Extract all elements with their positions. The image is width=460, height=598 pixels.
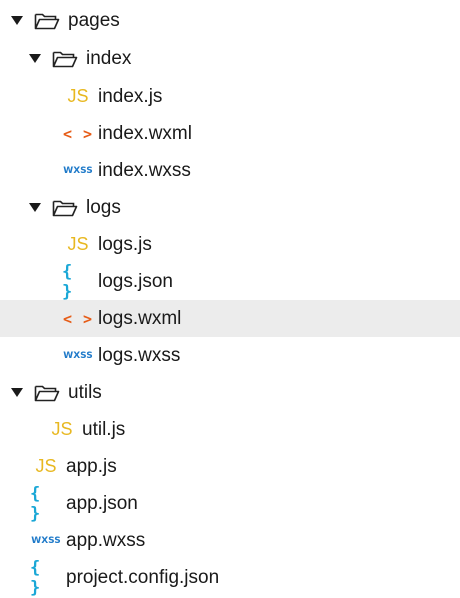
- tree-item-label: app.wxss: [66, 529, 146, 551]
- tree-folder-logs[interactable]: logs: [0, 189, 460, 226]
- js-file-icon: JS: [67, 234, 89, 254]
- wxss-file-icon: WXSS: [63, 165, 93, 176]
- tree-file-logs-js[interactable]: JS logs.js: [0, 226, 460, 263]
- caret-down-icon[interactable]: [10, 386, 24, 400]
- caret-down-icon[interactable]: [10, 14, 24, 28]
- tree-item-label: logs.wxss: [98, 344, 181, 366]
- wxml-file-icon: < >: [62, 309, 94, 328]
- json-file-icon: { }: [62, 261, 74, 302]
- wxss-file-icon: WXSS: [31, 535, 61, 546]
- file-tree: pages index JS index.js < > index.wxml W…: [0, 0, 460, 598]
- wxss-file-icon: WXSS: [63, 350, 93, 361]
- tree-item-label: logs: [86, 196, 121, 218]
- caret-down-icon[interactable]: [28, 201, 42, 215]
- tree-file-app-wxss[interactable]: WXSS app.wxss: [0, 522, 460, 559]
- wxml-file-icon: < >: [62, 124, 94, 143]
- tree-file-project-config-json[interactable]: { } project.config.json: [0, 557, 460, 598]
- tree-item-label: pages: [68, 9, 120, 31]
- tree-file-app-js[interactable]: JS app.js: [0, 448, 460, 485]
- tree-folder-utils[interactable]: utils: [0, 374, 460, 411]
- tree-item-label: index: [86, 47, 132, 69]
- tree-item-label: app.json: [66, 492, 138, 514]
- tree-file-index-wxml[interactable]: < > index.wxml: [0, 115, 460, 152]
- tree-item-label: index.wxss: [98, 159, 191, 181]
- tree-file-logs-wxml[interactable]: < > logs.wxml: [0, 300, 460, 337]
- tree-file-index-js[interactable]: JS index.js: [0, 78, 460, 115]
- tree-item-label: index.wxml: [98, 122, 192, 144]
- js-file-icon: JS: [67, 86, 89, 106]
- tree-folder-index[interactable]: index: [0, 40, 460, 77]
- tree-item-label: logs.json: [98, 270, 173, 292]
- tree-item-label: logs.js: [98, 233, 152, 255]
- folder-open-icon: [52, 197, 78, 219]
- tree-item-label: util.js: [82, 418, 126, 440]
- tree-file-logs-json[interactable]: { } logs.json: [0, 261, 460, 302]
- tree-item-label: utils: [68, 381, 102, 403]
- tree-item-label: project.config.json: [66, 566, 220, 588]
- tree-item-label: index.js: [98, 85, 163, 107]
- js-file-icon: JS: [51, 419, 73, 439]
- tree-file-logs-wxss[interactable]: WXSS logs.wxss: [0, 337, 460, 374]
- tree-file-index-wxss[interactable]: WXSS index.wxss: [0, 152, 460, 189]
- tree-item-label: logs.wxml: [98, 307, 182, 329]
- tree-item-label: app.js: [66, 455, 117, 477]
- json-file-icon: { }: [30, 557, 42, 598]
- folder-open-icon: [52, 48, 78, 70]
- tree-file-app-json[interactable]: { } app.json: [0, 483, 460, 524]
- tree-folder-pages[interactable]: pages: [0, 2, 460, 39]
- tree-file-util-js[interactable]: JS util.js: [0, 411, 460, 448]
- caret-down-icon[interactable]: [28, 52, 42, 66]
- folder-open-icon: [34, 382, 60, 404]
- json-file-icon: { }: [30, 483, 42, 524]
- folder-open-icon: [34, 10, 60, 32]
- js-file-icon: JS: [35, 456, 57, 476]
